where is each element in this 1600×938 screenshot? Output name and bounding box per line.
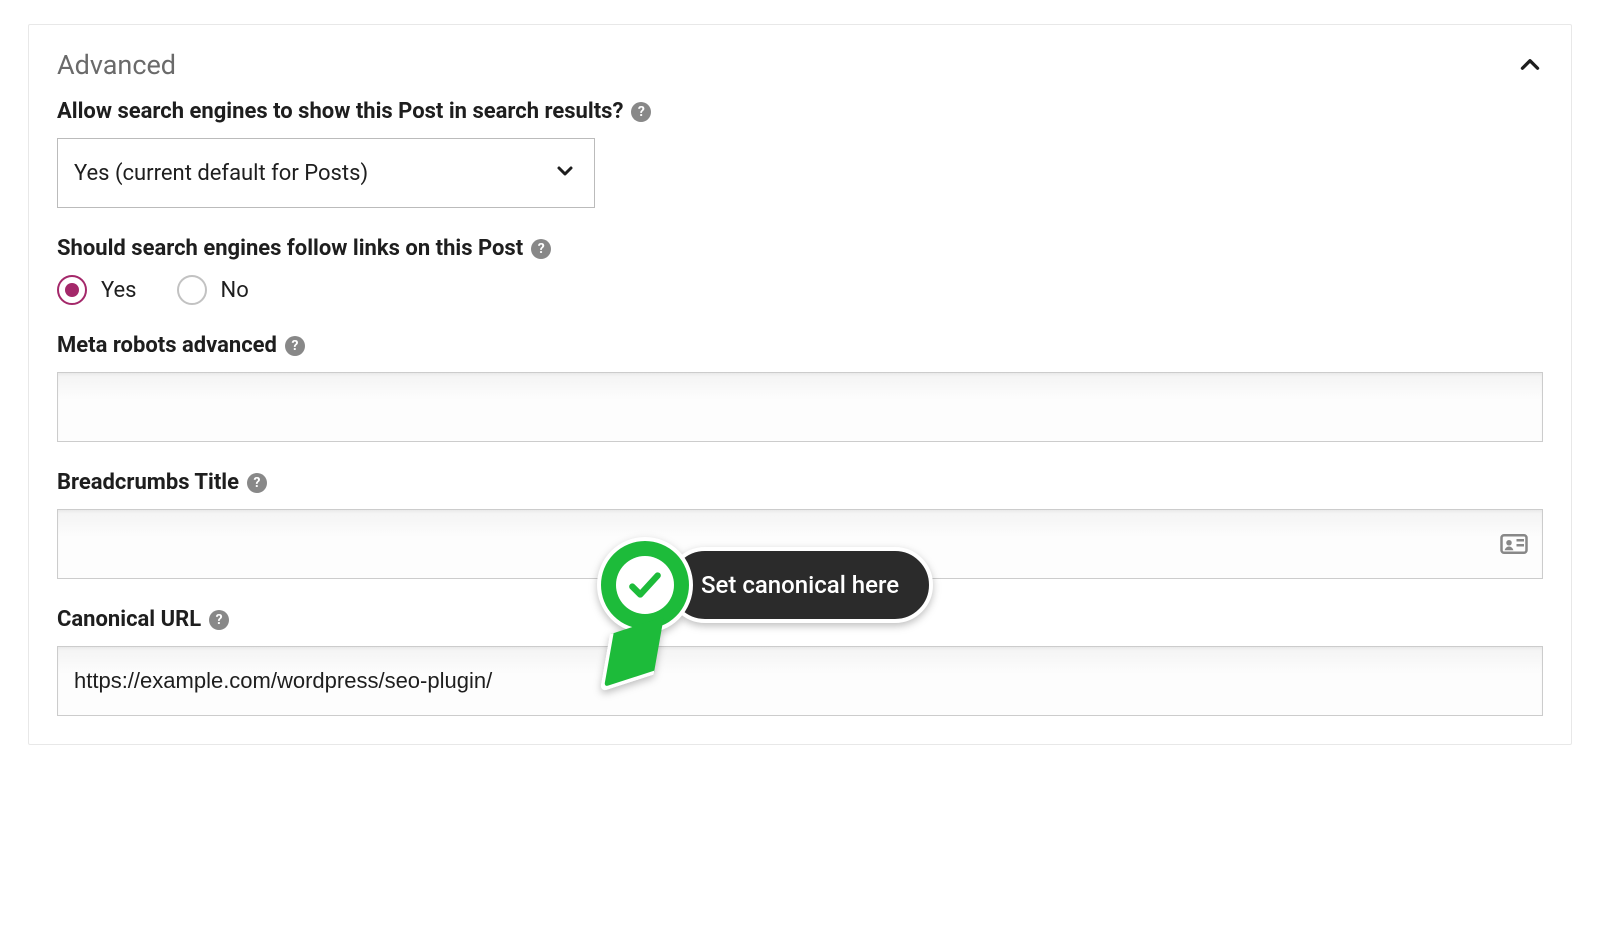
label-text: Should search engines follow links on th… <box>57 236 523 261</box>
field-allow-search: Allow search engines to show this Post i… <box>57 99 1543 208</box>
help-icon[interactable]: ? <box>209 610 229 630</box>
help-icon[interactable]: ? <box>531 239 551 259</box>
radio-icon <box>57 275 87 305</box>
label-text: Meta robots advanced <box>57 333 277 358</box>
help-icon[interactable]: ? <box>247 473 267 493</box>
callout-annotation: Set canonical here <box>597 537 933 633</box>
radio-icon <box>177 275 207 305</box>
panel-title: Advanced <box>57 49 176 81</box>
help-icon[interactable]: ? <box>631 102 651 122</box>
radio-no[interactable]: No <box>177 275 249 305</box>
panel-header[interactable]: Advanced <box>29 25 1571 99</box>
radio-label: No <box>221 278 249 303</box>
callout-badge <box>597 537 693 633</box>
panel-body: Allow search engines to show this Post i… <box>29 99 1571 744</box>
chevron-up-icon[interactable] <box>1517 52 1543 78</box>
help-icon[interactable]: ? <box>285 336 305 356</box>
field-label: Meta robots advanced ? <box>57 333 1543 358</box>
label-text: Allow search engines to show this Post i… <box>57 99 623 124</box>
field-meta-robots: Meta robots advanced ? <box>57 333 1543 442</box>
field-label: Allow search engines to show this Post i… <box>57 99 1543 124</box>
check-icon <box>626 566 664 604</box>
advanced-panel: Advanced Allow search engines to show th… <box>28 24 1572 745</box>
select-value: Yes (current default for Posts) <box>57 138 595 208</box>
field-canonical: Canonical URL ? Set canonical here <box>57 607 1543 716</box>
callout-text: Set canonical here <box>667 547 933 623</box>
meta-robots-input[interactable] <box>57 372 1543 442</box>
allow-search-select[interactable]: Yes (current default for Posts) <box>57 138 595 208</box>
field-label: Breadcrumbs Title ? <box>57 470 1543 495</box>
id-card-icon[interactable] <box>1499 529 1529 559</box>
label-text: Breadcrumbs Title <box>57 470 239 495</box>
radio-yes[interactable]: Yes <box>57 275 137 305</box>
field-follow-links: Should search engines follow links on th… <box>57 236 1543 305</box>
field-label: Should search engines follow links on th… <box>57 236 1543 261</box>
canonical-url-input[interactable] <box>57 646 1543 716</box>
label-text: Canonical URL <box>57 607 201 632</box>
follow-links-radio-group: Yes No <box>57 275 1543 305</box>
radio-label: Yes <box>101 278 137 303</box>
